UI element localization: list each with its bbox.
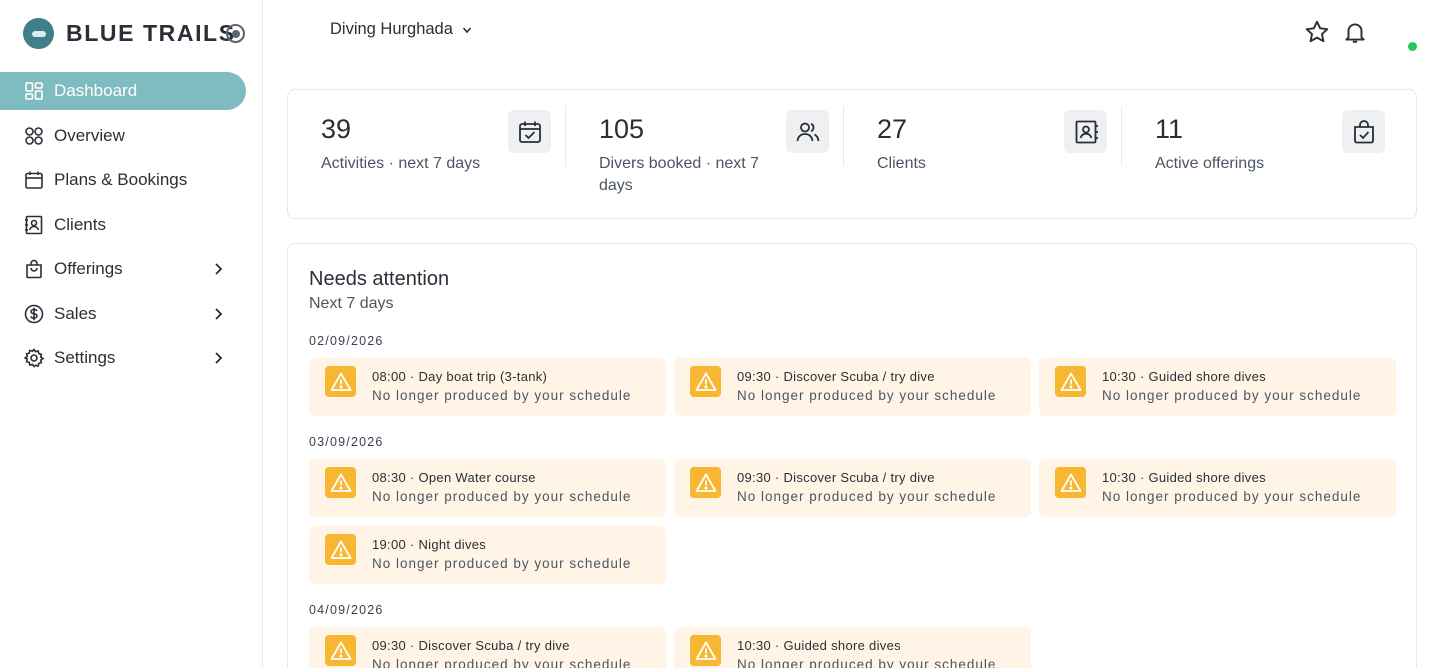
sidebar-item-sales[interactable]: Sales xyxy=(0,295,246,333)
alert-title: 10:30 · Guided shore dives xyxy=(1102,470,1266,485)
alert-item[interactable]: 19:00 · Night dives No longer produced b… xyxy=(309,526,666,584)
app-root: BLUE TRAILS Dashboard Overview Plans & B… xyxy=(0,0,1440,668)
stat-activities[interactable]: 39 Activities · next 7 days xyxy=(288,90,566,218)
brand-logo-icon xyxy=(23,18,54,49)
sidebar-item-label: Overview xyxy=(54,125,125,145)
online-status-dot xyxy=(1408,42,1417,51)
sidebar-item-settings[interactable]: Settings xyxy=(0,339,246,377)
alert-item[interactable]: 09:30 · Discover Scuba / try dive No lon… xyxy=(309,627,666,668)
sidebar-item-overview[interactable]: Overview xyxy=(0,117,246,155)
sidebar-item-label: Offerings xyxy=(54,259,123,278)
sidebar-item-clients[interactable]: Clients xyxy=(0,206,246,244)
warning-icon xyxy=(325,467,356,498)
sidebar-item-offerings[interactable]: Offerings xyxy=(0,250,246,288)
location-selector[interactable]: Diving Hurghada xyxy=(330,20,473,39)
chevron-right-icon xyxy=(215,263,223,275)
star-icon[interactable] xyxy=(1303,18,1331,46)
header-actions xyxy=(1303,18,1379,46)
brand[interactable]: BLUE TRAILS xyxy=(23,18,236,49)
alert-item[interactable]: 08:00 · Day boat trip (3-tank) No longer… xyxy=(309,358,666,416)
sidebar-item-label: Clients xyxy=(54,214,106,234)
sidebar-item-dashboard[interactable]: Dashboard xyxy=(0,72,246,110)
alert-item[interactable]: 09:30 · Discover Scuba / try dive No lon… xyxy=(674,358,1031,416)
alert-description: No longer produced by your schedule xyxy=(372,556,632,571)
stat-value: 39 xyxy=(321,114,352,144)
warning-icon xyxy=(690,467,721,498)
alert-title: 08:30 · Open Water course xyxy=(372,470,536,485)
stat-value: 105 xyxy=(599,114,645,144)
location-selector-label: Diving Hurghada xyxy=(330,20,453,38)
sidebar: BLUE TRAILS Dashboard Overview Plans & B… xyxy=(0,0,263,668)
alert-title: 08:00 · Day boat trip (3-tank) xyxy=(372,369,548,384)
stat-label: Active offerings xyxy=(1155,155,1265,172)
sidebar-item-label: Dashboard xyxy=(54,81,138,100)
dollar-icon xyxy=(24,304,44,324)
dashboard-icon xyxy=(24,81,44,101)
bell-icon[interactable] xyxy=(1341,18,1369,46)
sidebar-nav: Dashboard Overview Plans & Bookings Clie… xyxy=(0,72,263,384)
alert-description: No longer produced by your schedule xyxy=(737,489,997,504)
alert-item[interactable]: 09:30 · Discover Scuba / try dive No lon… xyxy=(674,459,1031,517)
day-label: 04/09/2026 xyxy=(309,603,384,617)
overview-icon xyxy=(24,126,44,146)
warning-icon xyxy=(325,366,356,397)
stat-clients[interactable]: 27 Clients xyxy=(844,90,1122,218)
alert-title: 09:30 · Discover Scuba / try dive xyxy=(737,369,935,384)
sidebar-item-plans-bookings[interactable]: Plans & Bookings xyxy=(0,161,246,199)
stats-card: 39 Activities · next 7 days 105 Divers b… xyxy=(287,89,1417,219)
stat-active-offerings[interactable]: 11 Active offerings xyxy=(1122,90,1400,218)
section-title: Needs attention xyxy=(309,268,450,290)
users-icon xyxy=(786,110,829,153)
day-label: 03/09/2026 xyxy=(309,435,384,449)
sidebar-item-label: Settings xyxy=(54,348,116,367)
needs-attention-card: Needs attention Next 7 days 02/09/2026 0… xyxy=(287,243,1417,668)
stat-value: 27 xyxy=(877,114,908,144)
alert-description: No longer produced by your schedule xyxy=(372,489,632,504)
chevron-down-icon xyxy=(462,26,472,33)
warning-icon xyxy=(1055,366,1086,397)
alert-item[interactable]: 08:30 · Open Water course No longer prod… xyxy=(309,459,666,517)
alert-title: 10:30 · Guided shore dives xyxy=(1102,369,1266,384)
alert-item[interactable]: 10:30 · Guided shore dives No longer pro… xyxy=(674,627,1031,668)
bag-icon xyxy=(24,259,44,279)
stat-divers-booked[interactable]: 105 Divers booked · next 7 days xyxy=(566,90,844,218)
calendar-check-icon xyxy=(508,110,551,153)
bag-check-icon xyxy=(1342,110,1385,153)
alert-title: 09:30 · Discover Scuba / try dive xyxy=(737,470,935,485)
stat-value: 11 xyxy=(1155,114,1184,144)
contacts-icon xyxy=(24,215,44,235)
sidebar-toggle-icon[interactable] xyxy=(226,24,245,43)
stat-label: Activities · next 7 days xyxy=(321,155,481,172)
day-label: 02/09/2026 xyxy=(309,334,384,348)
alert-title: 10:30 · Guided shore dives xyxy=(737,638,901,653)
brand-name: BLUE TRAILS xyxy=(66,20,236,46)
alert-description: No longer produced by your schedule xyxy=(372,388,632,403)
alert-description: No longer produced by your schedule xyxy=(1102,489,1362,504)
warning-icon xyxy=(690,635,721,666)
alert-item[interactable]: 10:30 · Guided shore dives No longer pro… xyxy=(1039,459,1396,517)
stat-label: Divers booked · next 7 days xyxy=(599,155,760,194)
alert-title: 19:00 · Night dives xyxy=(372,537,487,552)
alert-description: No longer produced by your schedule xyxy=(1102,388,1362,403)
alert-item[interactable]: 10:30 · Guided shore dives No longer pro… xyxy=(1039,358,1396,416)
alert-description: No longer produced by your schedule xyxy=(737,388,997,403)
sidebar-item-label: Plans & Bookings xyxy=(54,170,188,189)
gear-icon xyxy=(24,348,44,368)
calendar-icon xyxy=(24,170,44,190)
alert-description: No longer produced by your schedule xyxy=(372,657,632,668)
stat-label: Clients xyxy=(877,155,926,172)
warning-icon xyxy=(690,366,721,397)
warning-icon xyxy=(1055,467,1086,498)
sidebar-item-label: Sales xyxy=(54,303,97,323)
contacts-icon xyxy=(1064,110,1107,153)
chevron-right-icon xyxy=(215,352,223,364)
section-subtitle: Next 7 days xyxy=(309,295,394,312)
warning-icon xyxy=(325,635,356,666)
alert-description: No longer produced by your schedule xyxy=(737,657,997,668)
chevron-right-icon xyxy=(215,307,223,320)
alert-title: 09:30 · Discover Scuba / try dive xyxy=(372,638,570,653)
warning-icon xyxy=(325,534,356,565)
